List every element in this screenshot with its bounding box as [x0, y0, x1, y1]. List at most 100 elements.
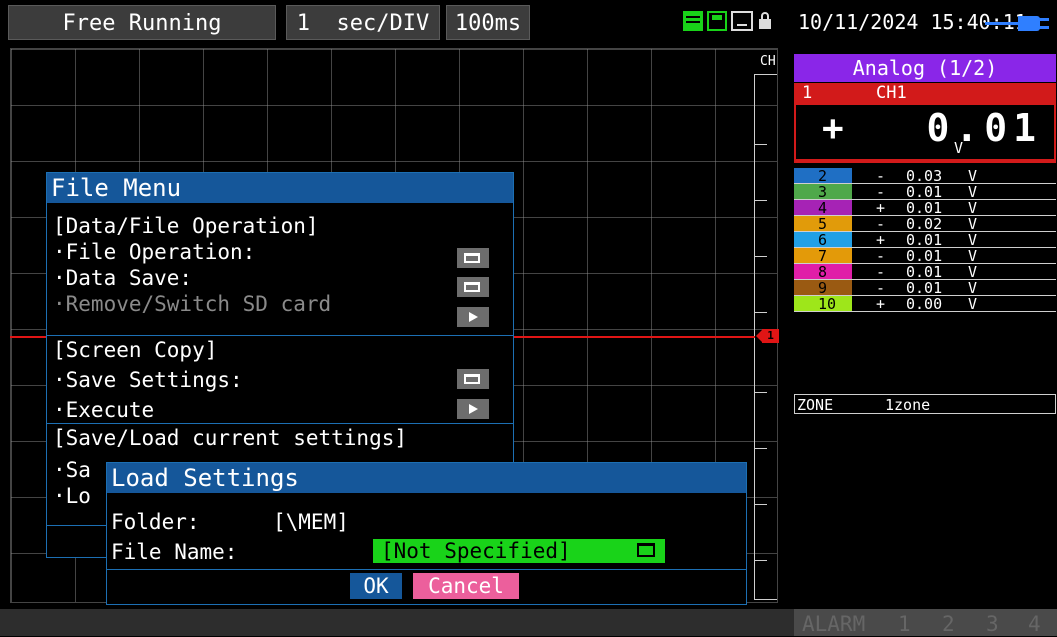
channel-value: 0.02	[906, 215, 943, 233]
time-division: 1 sec/DIV	[286, 5, 440, 40]
bottom-bar: ALARM 1 2 3 4	[0, 609, 1057, 636]
channel-unit: V	[968, 231, 978, 249]
power-plug-icon	[985, 16, 1051, 31]
zone-row[interactable]: ZONE 1zone	[794, 394, 1056, 414]
ch1-marker-label: 1	[762, 329, 779, 343]
axis-tick	[755, 504, 767, 505]
lock-icon	[758, 11, 772, 31]
ok-button[interactable]: OK	[350, 573, 402, 599]
menu-item-remove-sd[interactable]: ·Remove/Switch SD card	[53, 291, 331, 317]
channel-number: 5	[794, 216, 852, 232]
channel-row[interactable]: 8 - 0.01 V	[794, 264, 1056, 280]
window-icon[interactable]	[457, 369, 489, 389]
channel-number: 8	[794, 264, 852, 280]
channel-sign: -	[876, 247, 886, 265]
channel-sign: -	[876, 279, 886, 297]
menu-item-save-settings[interactable]: ·Save Settings:	[53, 367, 243, 393]
channel-unit: V	[968, 167, 978, 185]
time-division-value: 1	[296, 11, 311, 36]
axis-tick	[755, 560, 767, 561]
channel-number: 9	[794, 280, 852, 296]
axis-tick	[755, 256, 767, 257]
section-save-load-settings: [Save/Load current settings]	[53, 426, 408, 450]
ch1-value: 0.01	[926, 106, 1042, 150]
window-icon[interactable]	[637, 543, 655, 557]
play-arrow-icon[interactable]	[457, 399, 489, 419]
channel-value: 0.00	[906, 295, 943, 313]
zone-value: 1zone	[885, 396, 931, 414]
channel-row[interactable]: 10 + 0.00 V	[794, 296, 1056, 312]
channel-unit: V	[968, 263, 978, 281]
channel-row[interactable]: 3 - 0.01 V	[794, 184, 1056, 200]
channel-row[interactable]: 2 - 0.03 V	[794, 168, 1056, 184]
channel-sign: -	[876, 263, 886, 281]
channel-sign: -	[876, 167, 886, 185]
channel-unit: V	[968, 247, 978, 265]
top-status-bar: Free Running 1 sec/DIV 100ms 10/11/2024 …	[0, 0, 1057, 44]
file-menu-title: File Menu	[47, 173, 513, 203]
channel-axis-label: CH	[760, 54, 776, 69]
cancel-button[interactable]: Cancel	[413, 573, 519, 599]
panel-header: Analog (1/2)	[794, 54, 1056, 82]
channel-sign: +	[876, 231, 886, 249]
sampling-interval: 100ms	[446, 5, 530, 40]
load-settings-title: Load Settings	[107, 463, 746, 493]
file-name-value: [Not Specified]	[381, 539, 571, 563]
menu-item-save-current-settings[interactable]: ·Sa	[53, 457, 91, 483]
menu-item-data-save[interactable]: ·Data Save:	[53, 265, 192, 291]
channel-unit: V	[968, 295, 978, 313]
channel-row[interactable]: 7 - 0.01 V	[794, 248, 1056, 264]
menu-item-execute[interactable]: ·Execute	[53, 397, 154, 423]
alarm-channel: 3	[986, 612, 999, 636]
dialog-divider	[107, 569, 746, 570]
alarm-channel: 2	[942, 612, 955, 636]
alarm-channel: 1	[898, 612, 911, 636]
window-icon[interactable]	[457, 277, 489, 297]
axis-tick	[755, 312, 767, 313]
usb-icon	[731, 11, 753, 31]
channel-unit: V	[968, 215, 978, 233]
axis-tick	[755, 200, 767, 201]
ch1-number: 1	[802, 83, 813, 103]
channel-number: 2	[794, 168, 852, 184]
ch1-name: CH1	[876, 83, 907, 103]
section-data-file-operation: [Data/File Operation]	[53, 214, 319, 238]
menu-item-file-operation[interactable]: ·File Operation:	[53, 239, 255, 265]
zone-label: ZONE	[797, 396, 834, 414]
ch1-readout[interactable]: 1 CH1 + 0.01 V	[794, 83, 1056, 163]
channel-value: 0.03	[906, 167, 943, 185]
alarm-status-area: ALARM 1 2 3 4	[794, 609, 1057, 636]
channel-number: 4	[794, 200, 852, 216]
channel-unit: V	[968, 279, 978, 297]
axis-tick	[755, 392, 767, 393]
channel-row[interactable]: 6 + 0.01 V	[794, 232, 1056, 248]
file-name-field[interactable]: [Not Specified]	[373, 539, 665, 563]
channel-value: 0.01	[906, 183, 943, 201]
channel-number: 3	[794, 184, 852, 200]
channel-row[interactable]: 5 - 0.02 V	[794, 216, 1056, 232]
folder-label: Folder:	[111, 510, 200, 534]
ch1-unit: V	[954, 139, 964, 157]
section-screen-copy: [Screen Copy]	[53, 338, 218, 362]
play-arrow-icon[interactable]	[457, 307, 489, 327]
time-division-unit: sec/DIV	[336, 11, 430, 36]
menu-divider	[47, 335, 513, 336]
channel-value: 0.01	[906, 231, 943, 249]
ch1-value-box: + 0.01 V	[796, 105, 1054, 159]
channel-number: 6	[794, 232, 852, 248]
menu-item-load-current-settings[interactable]: ·Lo	[53, 483, 91, 509]
channel-row[interactable]: 9 - 0.01 V	[794, 280, 1056, 296]
channel-sign: -	[876, 183, 886, 201]
file-name-label: File Name:	[111, 540, 238, 564]
axis-tick	[755, 448, 767, 449]
window-icon[interactable]	[457, 248, 489, 268]
channel-value: 0.01	[906, 279, 943, 297]
memory-icon	[683, 11, 703, 31]
sd-card-icon	[707, 11, 727, 31]
recording-mode: Free Running	[8, 5, 276, 40]
channel-row[interactable]: 4 + 0.01 V	[794, 200, 1056, 216]
channel-value: 0.01	[906, 263, 943, 281]
channel-value: 0.01	[906, 199, 943, 217]
alarm-channel: 4	[1028, 612, 1041, 636]
folder-value[interactable]: [\MEM]	[273, 509, 349, 535]
